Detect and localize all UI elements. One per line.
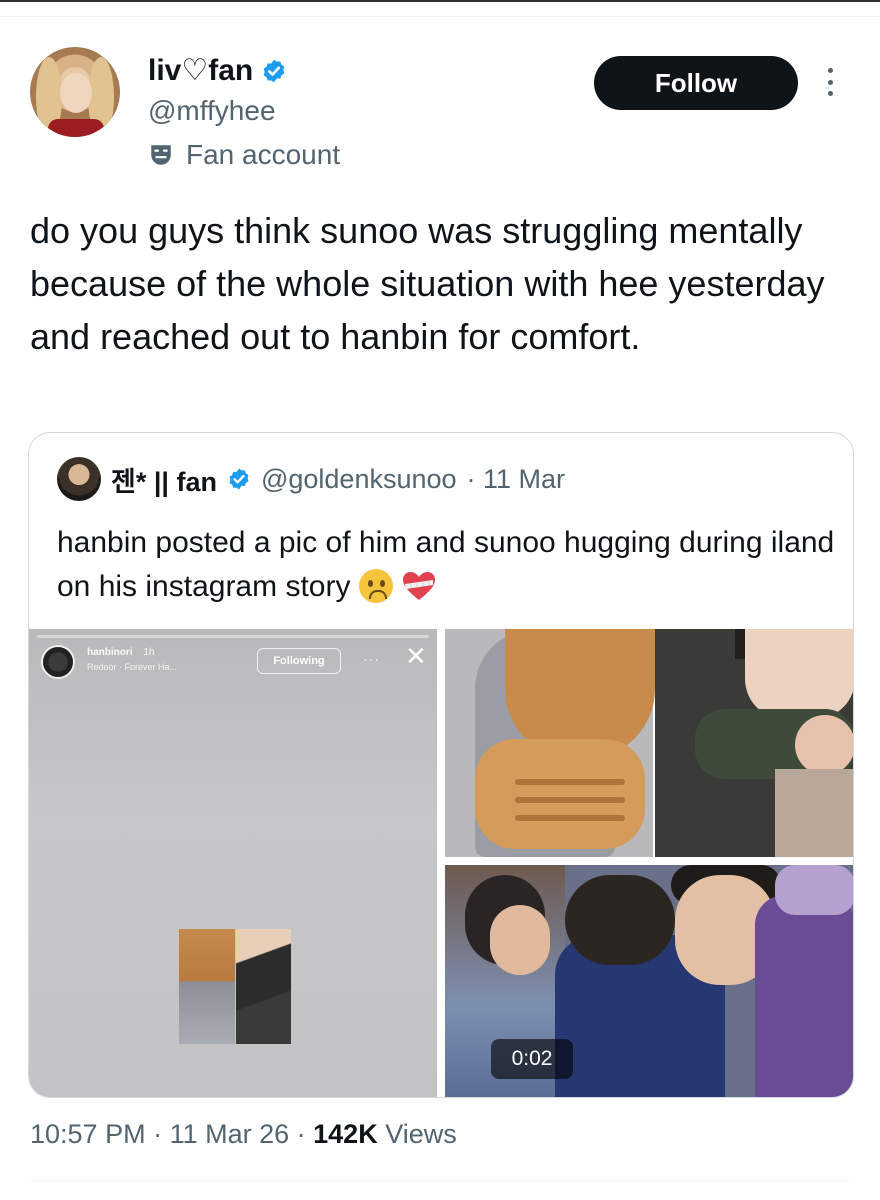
story-more-icon: ··· bbox=[363, 651, 380, 667]
quote-handle[interactable]: @goldenksunoo bbox=[261, 464, 457, 495]
cat-hug-photo[interactable] bbox=[445, 629, 853, 857]
verified-badge-icon[interactable] bbox=[261, 58, 287, 84]
quote-media-grid[interactable]: hanbinori 1h Redoor · Forever Ha... Foll… bbox=[29, 629, 853, 1097]
top-divider-light bbox=[0, 16, 880, 17]
tweet-time[interactable]: 10:57 PM bbox=[30, 1119, 146, 1149]
theater-mask-icon bbox=[151, 145, 171, 165]
author-handle[interactable]: @mffyhee bbox=[148, 94, 276, 128]
story-close-icon: ✕ bbox=[405, 641, 427, 671]
quoted-tweet[interactable]: 젠* || fan @goldenksunoo · 11 Mar hanbin … bbox=[28, 432, 854, 1098]
author-name-row: liv♡fan bbox=[148, 54, 287, 88]
follow-button[interactable]: Follow bbox=[594, 56, 798, 110]
views-label: Views bbox=[377, 1119, 457, 1149]
quote-display-name[interactable]: 젠* || fan bbox=[111, 460, 217, 499]
story-avatar bbox=[41, 645, 75, 679]
story-age: 1h bbox=[143, 647, 155, 658]
quote-avatar[interactable] bbox=[57, 457, 101, 501]
verified-badge-icon bbox=[229, 468, 249, 490]
author-display-name[interactable]: liv♡fan bbox=[148, 54, 253, 88]
hug-video[interactable]: 0:02 bbox=[445, 865, 853, 1097]
author-avatar[interactable] bbox=[30, 47, 120, 137]
quote-date[interactable]: · 11 Mar bbox=[467, 464, 566, 495]
views-count[interactable]: 142K bbox=[313, 1119, 378, 1149]
meta-separator: · bbox=[145, 1119, 170, 1149]
tweet-date[interactable]: 11 Mar 26 bbox=[170, 1119, 290, 1149]
story-thumbnail bbox=[179, 929, 291, 1044]
quote-header: 젠* || fan @goldenksunoo · 11 Mar bbox=[57, 457, 565, 501]
video-duration-badge: 0:02 bbox=[491, 1039, 573, 1079]
more-vertical-icon[interactable] bbox=[818, 62, 842, 102]
tweet-text: do you guys think sunoo was struggling m… bbox=[30, 210, 825, 357]
bottom-divider bbox=[30, 1180, 850, 1181]
meta-separator: · bbox=[289, 1119, 314, 1149]
quote-text: hanbin posted a pic of him and sunoo hug… bbox=[57, 521, 837, 609]
worried-face-emoji bbox=[358, 569, 393, 603]
quote-text-body: hanbin posted a pic of him and sunoo hug… bbox=[57, 526, 835, 603]
story-username-row: hanbinori 1h bbox=[87, 647, 154, 658]
story-progress-bar bbox=[37, 635, 429, 638]
mending-heart-emoji bbox=[403, 572, 436, 600]
instagram-story-image[interactable]: hanbinori 1h Redoor · Forever Ha... Foll… bbox=[29, 629, 437, 1097]
fan-account-text: Fan account bbox=[186, 139, 341, 170]
top-divider bbox=[0, 0, 880, 2]
fan-account-label: Fan account bbox=[148, 138, 340, 172]
story-following-button: Following bbox=[257, 648, 341, 674]
tweet-meta: 10:57 PM · 11 Mar 26 · 142K Views bbox=[30, 1116, 457, 1152]
story-username: hanbinori bbox=[87, 647, 133, 658]
story-song: Redoor · Forever Ha... bbox=[87, 662, 178, 672]
